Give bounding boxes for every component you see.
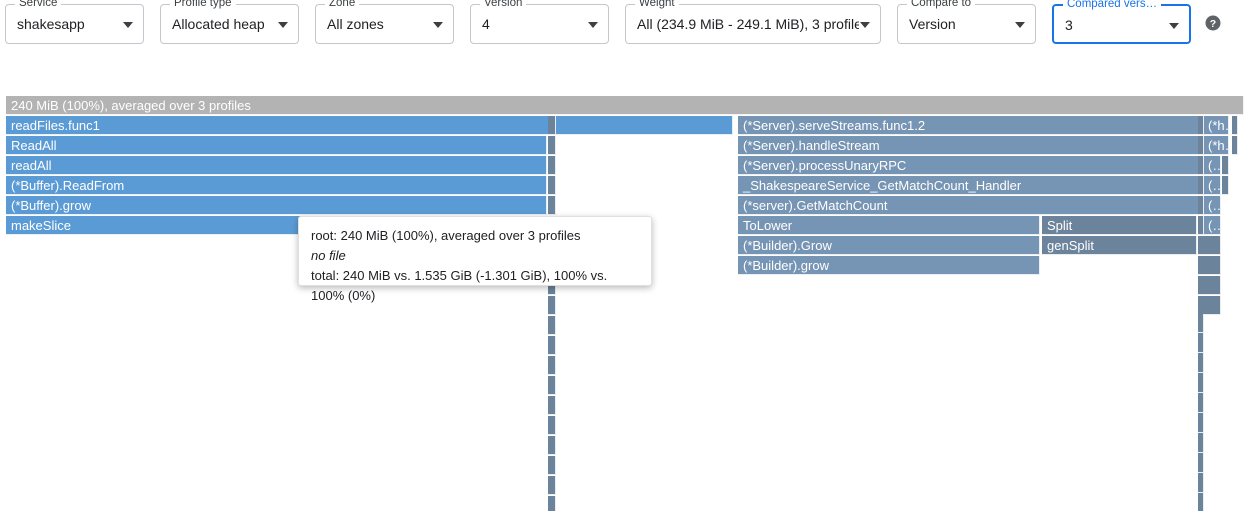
profile-filter-bar: Metric : Total alloc bytes ✕ Add profile… — [0, 48, 1250, 137]
flame-frame-narrow[interactable] — [548, 436, 556, 455]
selector-label: Service — [15, 0, 62, 9]
flame-frame[interactable]: ReadAll — [6, 136, 547, 155]
flame-frame-narrow[interactable] — [1198, 374, 1204, 393]
flame-frame-narrow[interactable] — [1198, 454, 1204, 473]
flame-frame[interactable]: (*h… — [1203, 116, 1229, 135]
flame-frame-narrow[interactable] — [548, 416, 556, 435]
flame-frame-narrow[interactable] — [548, 376, 556, 395]
selector-value: Allocated heap — [172, 16, 265, 32]
frame-tooltip: root: 240 MiB (100%), averaged over 3 pr… — [298, 216, 652, 303]
flame-frame-narrow[interactable] — [548, 456, 556, 475]
chevron-down-icon[interactable] — [1169, 23, 1179, 29]
flame-frame-narrow[interactable] — [1222, 156, 1229, 175]
flame-frame[interactable]: (*Server).processUnaryRPC — [738, 156, 1200, 175]
selector-label: Zone — [325, 0, 360, 9]
flame-frame-narrow[interactable] — [1198, 414, 1204, 433]
flame-frame-narrow[interactable] — [1198, 434, 1204, 453]
selector-profile-type[interactable]: Profile type Allocated heap — [160, 0, 299, 44]
tooltip-line-total: total: 240 MiB vs. 1.535 GiB (-1.301 GiB… — [311, 268, 608, 303]
flame-frame-narrow[interactable] — [548, 356, 556, 375]
chevron-down-icon[interactable] — [123, 22, 133, 28]
flame-frame[interactable]: readAll — [6, 156, 547, 175]
chevron-down-icon[interactable] — [588, 22, 598, 28]
flame-frame-narrow[interactable] — [548, 316, 556, 335]
flame-frame-narrow[interactable] — [1232, 116, 1238, 135]
selector-version[interactable]: Version 4 — [470, 0, 609, 44]
flame-frame-narrow[interactable] — [548, 136, 556, 155]
flame-frame[interactable]: ToLower — [738, 216, 1040, 235]
flame-frame[interactable]: (… — [1203, 176, 1221, 195]
flame-frame[interactable]: genSplit — [1042, 236, 1197, 255]
flame-frame-narrow[interactable] — [1198, 216, 1204, 235]
selector-value: shakesapp — [17, 16, 85, 32]
selector-label: Version — [480, 0, 527, 9]
help-icon[interactable]: ? — [1204, 14, 1222, 32]
selector-service[interactable]: Service shakesapp — [5, 0, 144, 44]
flame-frame[interactable]: (*Builder).grow — [738, 256, 1040, 275]
flame-frame[interactable]: (*Builder).Grow — [738, 236, 1040, 255]
flame-frame-root[interactable]: 240 MiB (100%), averaged over 3 profiles — [6, 96, 1244, 115]
selector-label: Compared vers… — [1063, 0, 1162, 10]
selector-label: Profile type — [170, 0, 236, 9]
flame-frame[interactable]: (*Server).serveStreams.func1.2 — [738, 116, 1200, 135]
flame-frame-narrow[interactable] — [1222, 176, 1229, 195]
flame-frame-narrow[interactable] — [1203, 256, 1221, 275]
selector-value: Version — [909, 16, 956, 32]
flame-graph[interactable]: 240 MiB (100%), averaged over 3 profiles… — [0, 96, 1250, 511]
flame-frame-narrow[interactable] — [548, 476, 556, 495]
flame-frame-narrow[interactable] — [1198, 116, 1204, 135]
top-filter-toolbar: Service shakesapp Profile type Allocated he… — [0, 0, 1250, 48]
selector-value: All zones — [327, 16, 384, 32]
flame-frame-narrow[interactable] — [1198, 494, 1204, 511]
flame-frame[interactable]: Split — [1042, 216, 1197, 235]
flame-frame-narrow[interactable] — [1198, 156, 1204, 175]
flame-frame[interactable]: (… — [1203, 216, 1221, 235]
selector-weight[interactable]: Weight All (234.9 MiB - 249.1 MiB), 3 pro… — [625, 0, 881, 44]
flame-frame-narrow[interactable] — [1198, 196, 1204, 215]
flame-frame-narrow[interactable] — [1198, 354, 1204, 373]
chevron-down-icon[interactable] — [1015, 22, 1025, 28]
selector-value: All (234.9 MiB - 249.1 MiB), 3 profiles — [637, 16, 859, 32]
flame-frame-narrow[interactable] — [1203, 276, 1221, 295]
tooltip-line-title: root: 240 MiB (100%), averaged over 3 pr… — [311, 228, 581, 243]
chevron-down-icon[interactable] — [860, 22, 870, 28]
flame-frame-narrow[interactable] — [548, 156, 556, 175]
flame-frame-narrow[interactable] — [548, 196, 556, 215]
selector-compared-vers[interactable]: Compared vers… 3 — [1052, 0, 1191, 44]
selector-compare-to[interactable]: Compare to Version — [897, 0, 1036, 44]
flame-frame-narrow[interactable] — [548, 116, 556, 135]
flame-frame-narrow[interactable] — [1198, 394, 1204, 413]
flame-frame[interactable]: (*Server).handleStream — [738, 136, 1200, 155]
selector-zone[interactable]: Zone All zones — [315, 0, 454, 44]
chevron-down-icon[interactable] — [278, 22, 288, 28]
flame-frame[interactable]: (*Buffer).grow — [6, 196, 547, 215]
tooltip-line-file: no file — [311, 248, 346, 263]
flame-frame-narrow[interactable] — [548, 176, 556, 195]
flame-frame[interactable]: (*Buffer).ReadFrom — [6, 176, 547, 195]
selector-value: 3 — [1065, 17, 1073, 33]
flame-frame[interactable]: (*h… — [1203, 136, 1229, 155]
flame-frame-narrow[interactable] — [548, 496, 556, 511]
flame-frame[interactable]: readFiles.func1 — [6, 116, 733, 135]
flame-frame-narrow[interactable] — [1198, 474, 1204, 493]
flame-frame-narrow[interactable] — [548, 396, 556, 415]
flame-frame[interactable]: (… — [1203, 196, 1221, 215]
flame-frame-narrow[interactable] — [1198, 334, 1204, 353]
flame-frame-narrow[interactable] — [1203, 296, 1221, 315]
flame-frame[interactable]: _ShakespeareService_GetMatchCount_Handle… — [738, 176, 1200, 195]
flame-frame-narrow[interactable] — [1198, 314, 1204, 333]
flame-frame-narrow[interactable] — [1232, 136, 1238, 155]
flame-frame-narrow[interactable] — [548, 336, 556, 355]
selector-label: Compare to — [907, 0, 976, 9]
flame-frame-narrow[interactable] — [1198, 136, 1204, 155]
flame-frame-narrow[interactable] — [1198, 176, 1204, 195]
flame-frame[interactable]: (*server).GetMatchCount — [738, 196, 1200, 215]
selector-value: 4 — [482, 16, 490, 32]
svg-text:?: ? — [1210, 18, 1216, 30]
selector-label: Weight — [635, 0, 679, 9]
flame-frame[interactable]: (… — [1203, 156, 1221, 175]
chevron-down-icon[interactable] — [433, 22, 443, 28]
flame-frame-narrow[interactable] — [1203, 236, 1221, 255]
